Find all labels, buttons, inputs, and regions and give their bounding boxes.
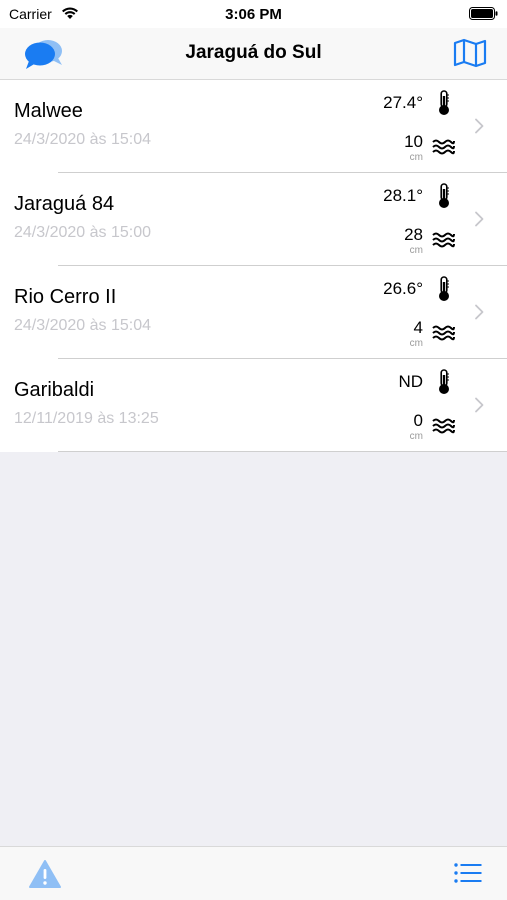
map-icon[interactable] [453, 38, 487, 68]
battery-icon [469, 7, 498, 20]
station-updated-date: 24/3/2020 às 15:04 [14, 131, 152, 148]
thermometer-icon [439, 183, 449, 208]
chevron-right-icon [475, 397, 484, 413]
warning-triangle-icon[interactable] [28, 859, 62, 889]
station-name: Garibaldi [14, 379, 95, 401]
station-row[interactable]: Garibaldi 12/11/2019 às 13:25 ND 0 cm [0, 359, 507, 452]
station-temperature: 27.4° [383, 93, 423, 112]
water-waves-icon [432, 139, 455, 155]
status-bar: Carrier 3:06 PM [0, 0, 507, 28]
water-level-unit: cm [409, 152, 423, 163]
thermometer-icon [439, 276, 449, 301]
station-water-level: 0 [413, 411, 423, 430]
navigation-bar: Jaraguá do Sul [0, 28, 507, 80]
chevron-right-icon [475, 304, 484, 320]
water-waves-icon [432, 232, 455, 248]
water-level-unit: cm [409, 338, 423, 349]
water-waves-icon [432, 325, 455, 341]
station-temperature: 28.1° [383, 186, 423, 205]
screen: Carrier 3:06 PM Jaraguá do Sul Malwee 24… [0, 0, 507, 900]
station-water-level: 4 [413, 318, 423, 337]
status-time: 3:06 PM [225, 6, 282, 23]
station-temperature: 26.6° [383, 279, 423, 298]
station-updated-date: 24/3/2020 às 15:04 [14, 317, 152, 334]
station-row[interactable]: Jaraguá 84 24/3/2020 às 15:00 28.1° 28 c… [0, 173, 507, 266]
station-updated-date: 12/11/2019 às 13:25 [14, 410, 159, 427]
station-temperature: ND [398, 372, 423, 391]
station-row[interactable]: Rio Cerro II 24/3/2020 às 15:04 26.6° 4 … [0, 266, 507, 359]
station-name: Malwee [14, 100, 83, 122]
water-level-unit: cm [409, 431, 423, 442]
row-divider [58, 451, 507, 452]
station-list: Malwee 24/3/2020 às 15:04 27.4° 10 cm Ja… [0, 80, 507, 452]
water-waves-icon [432, 418, 455, 434]
water-level-unit: cm [409, 245, 423, 256]
tab-bar [0, 846, 507, 900]
list-icon[interactable] [454, 862, 482, 884]
chevron-right-icon [475, 211, 484, 227]
station-name: Rio Cerro II [14, 286, 117, 308]
page-title: Jaraguá do Sul [185, 42, 322, 63]
station-row[interactable]: Malwee 24/3/2020 às 15:04 27.4° 10 cm [0, 80, 507, 173]
station-water-level: 10 [404, 132, 423, 151]
chevron-right-icon [475, 118, 484, 134]
station-updated-date: 24/3/2020 às 15:00 [14, 224, 152, 241]
thermometer-icon [439, 90, 449, 115]
station-name: Jaraguá 84 [14, 193, 115, 215]
station-water-level: 28 [404, 225, 423, 244]
thermometer-icon [439, 369, 449, 394]
